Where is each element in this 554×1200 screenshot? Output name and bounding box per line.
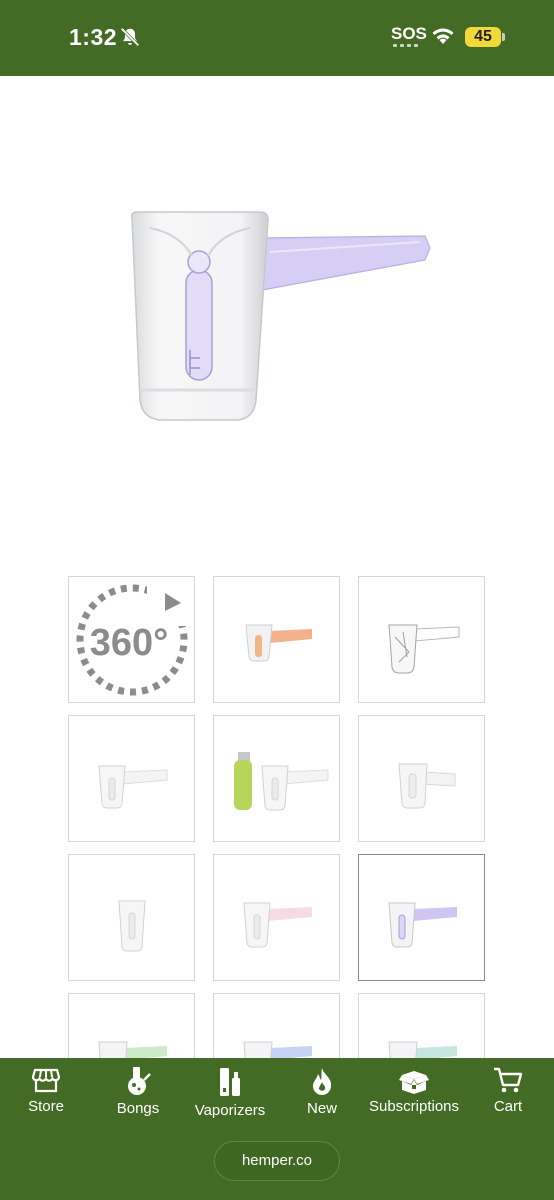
- cart-icon: [494, 1067, 523, 1093]
- nav-bongs[interactable]: Bongs: [112, 1066, 164, 1117]
- nav-cart[interactable]: Cart: [488, 1066, 528, 1115]
- battery-tip: [502, 33, 505, 41]
- nav-bongs-label: Bongs: [116, 1100, 160, 1117]
- pipe-with-lighter-image: [234, 752, 329, 811]
- thumbnail-clear-front[interactable]: [68, 854, 195, 981]
- store-icon: [32, 1068, 60, 1093]
- thumbnail-clear-side[interactable]: [358, 715, 485, 842]
- pipe-orange-image: [245, 624, 312, 662]
- pipe-clear-sketch-image: [388, 624, 460, 674]
- thumbnail-360-view[interactable]: 360°: [68, 576, 195, 703]
- thumbnail-with-lighter[interactable]: [213, 715, 340, 842]
- signal-dots: [393, 44, 423, 48]
- thumbnail-clear[interactable]: [68, 715, 195, 842]
- nav-store[interactable]: Store: [22, 1066, 70, 1115]
- battery-level: 45: [474, 28, 492, 45]
- status-time: 1:32: [69, 24, 118, 50]
- rotate-360-icon: 360°: [76, 582, 194, 696]
- pipe-pink-image: [243, 902, 312, 948]
- pipe-clear-side-image: [398, 763, 456, 809]
- thumbnail-pink[interactable]: [213, 854, 340, 981]
- product-hero-image[interactable]: [120, 200, 440, 430]
- nav-new[interactable]: New: [302, 1066, 342, 1117]
- sos-indicator: SOS: [391, 24, 427, 43]
- nav-new-label: New: [306, 1100, 337, 1117]
- nav-store-label: Store: [28, 1098, 64, 1115]
- thumbnail-purple-selected[interactable]: [358, 854, 485, 981]
- pipe-purple-image: [388, 902, 457, 948]
- vaporizer-icon: [220, 1068, 240, 1096]
- wifi-icon: [432, 28, 454, 44]
- nav-subscriptions-label: Subscriptions: [368, 1098, 460, 1115]
- bell-muted-icon: [120, 27, 140, 47]
- battery-icon: 45: [465, 27, 501, 47]
- pipe-clear-image: [98, 765, 168, 809]
- flame-icon: [313, 1068, 332, 1095]
- box-icon: [399, 1071, 429, 1094]
- nav-cart-label: Cart: [493, 1098, 523, 1115]
- status-bar: 1:32 SOS 45: [0, 0, 554, 76]
- bong-icon: [128, 1067, 151, 1095]
- nav-vaporizers-label: Vaporizers: [194, 1102, 266, 1119]
- thumbnail-orange[interactable]: [213, 576, 340, 703]
- thumbnail-sketch[interactable]: [358, 576, 485, 703]
- url-pill[interactable]: hemper.co: [214, 1141, 340, 1181]
- nav-vaporizers[interactable]: Vaporizers: [192, 1066, 268, 1119]
- thumbnail-360-label: 360°: [90, 622, 169, 664]
- pipe-clear-front-image: [118, 900, 146, 952]
- nav-subscriptions[interactable]: Subscriptions: [364, 1066, 464, 1115]
